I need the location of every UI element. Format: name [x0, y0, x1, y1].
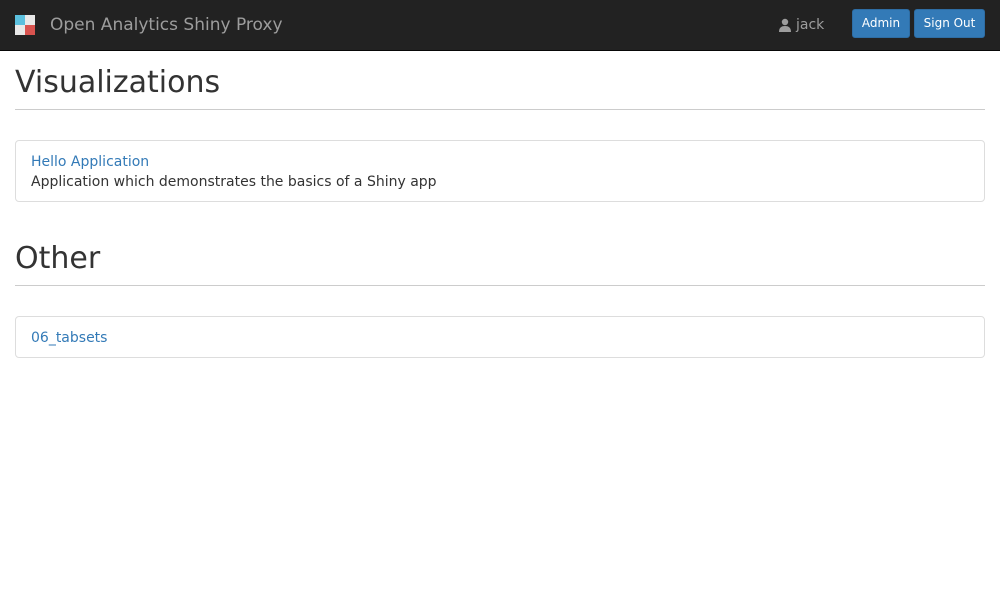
app-description: Application which demonstrates the basic… [31, 174, 437, 190]
section-title-visualizations: Visualizations [15, 65, 221, 100]
app-card: 06_tabsets [15, 316, 985, 358]
app-link-06-tabsets[interactable]: 06_tabsets [31, 328, 107, 348]
shinyproxy-logo[interactable] [15, 15, 35, 35]
navbar: Open Analytics Shiny Proxy jack Admin Si… [0, 0, 1000, 51]
section-title-other: Other [15, 241, 101, 276]
app-link-hello-application[interactable]: Hello Application [31, 152, 149, 172]
section-divider [15, 109, 985, 110]
admin-button[interactable]: Admin [852, 9, 910, 38]
user-name: jack [796, 17, 825, 33]
sign-out-button[interactable]: Sign Out [914, 9, 985, 38]
app-card: Hello Application Application which demo… [15, 140, 985, 202]
section-divider [15, 285, 985, 286]
app-title[interactable]: Open Analytics Shiny Proxy [50, 13, 283, 37]
current-user: jack [778, 15, 824, 35]
user-icon [779, 18, 791, 32]
